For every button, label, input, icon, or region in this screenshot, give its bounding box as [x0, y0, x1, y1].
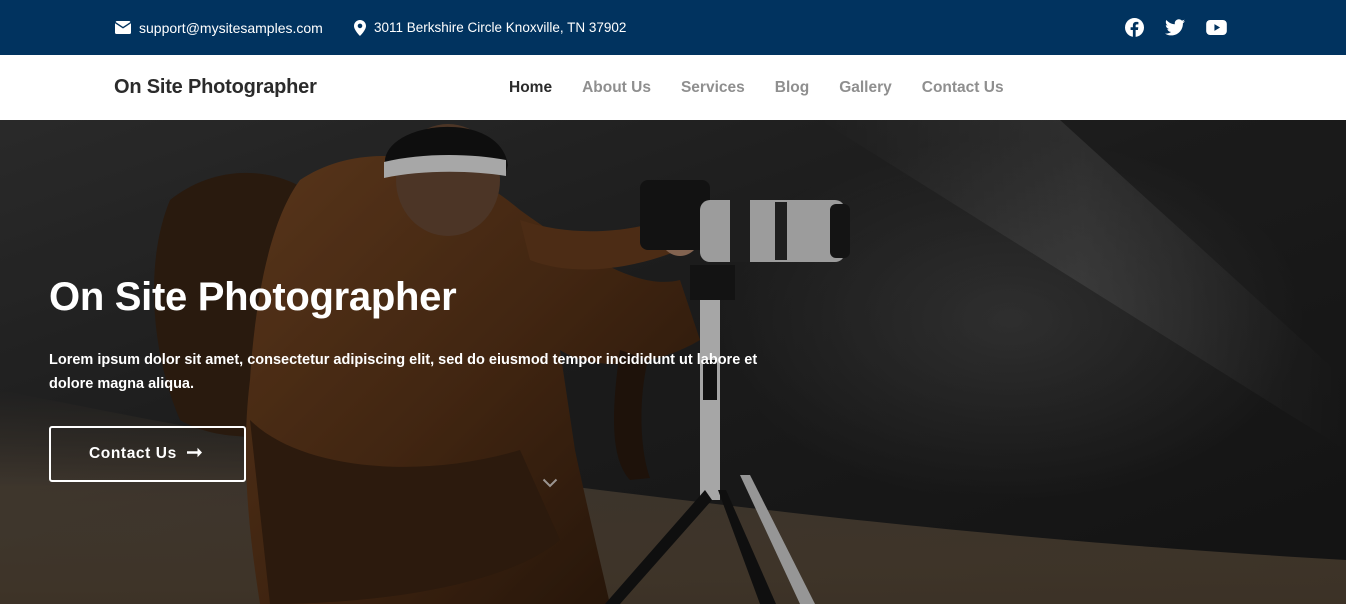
twitter-icon — [1165, 19, 1185, 36]
site-logo[interactable]: On Site Photographer — [114, 55, 317, 120]
arrow-right-icon — [186, 445, 202, 463]
nav-link-services[interactable]: Services — [681, 79, 745, 97]
nav-item-gallery: Gallery — [839, 79, 922, 97]
chevron-down-icon[interactable] — [542, 476, 558, 488]
twitter-link[interactable] — [1165, 18, 1185, 38]
nav-link-blog[interactable]: Blog — [775, 79, 809, 97]
main-navigation: On Site Photographer Home About Us Servi… — [0, 55, 1346, 120]
topbar-address-text: 3011 Berkshire Circle Knoxville, TN 3790… — [374, 20, 627, 35]
social-links — [1124, 0, 1227, 55]
youtube-icon — [1205, 20, 1227, 35]
hero-content: On Site Photographer Lorem ipsum dolor s… — [49, 270, 789, 482]
nav-link-home[interactable]: Home — [509, 79, 552, 97]
nav-menu: Home About Us Services Blog Gallery Cont… — [509, 55, 1034, 120]
top-bar: support@mysitesamples.com 3011 Berkshire… — [0, 0, 1346, 55]
nav-item-blog: Blog — [775, 79, 839, 97]
envelope-icon — [115, 21, 131, 34]
facebook-icon — [1124, 18, 1144, 37]
nav-item-about-us: About Us — [582, 79, 681, 97]
hero-title: On Site Photographer — [49, 275, 457, 319]
contact-us-button-label: Contact Us — [89, 445, 177, 462]
nav-item-contact-us: Contact Us — [922, 79, 1034, 97]
facebook-link[interactable] — [1124, 18, 1144, 38]
nav-item-services: Services — [681, 79, 775, 97]
nav-item-home: Home — [509, 79, 582, 97]
topbar-address: 3011 Berkshire Circle Knoxville, TN 3790… — [354, 0, 626, 55]
nav-link-contact-us[interactable]: Contact Us — [922, 79, 1004, 97]
youtube-link[interactable] — [1205, 18, 1227, 38]
topbar-email[interactable]: support@mysitesamples.com — [115, 0, 323, 55]
map-marker-icon — [354, 19, 366, 36]
topbar-email-text: support@mysitesamples.com — [139, 19, 323, 36]
hero-section: On Site Photographer Lorem ipsum dolor s… — [0, 120, 1346, 604]
nav-link-about-us[interactable]: About Us — [582, 79, 651, 97]
contact-us-button[interactable]: Contact Us — [49, 426, 246, 482]
nav-link-gallery[interactable]: Gallery — [839, 79, 892, 97]
hero-description: Lorem ipsum dolor sit amet, consectetur … — [49, 352, 758, 392]
